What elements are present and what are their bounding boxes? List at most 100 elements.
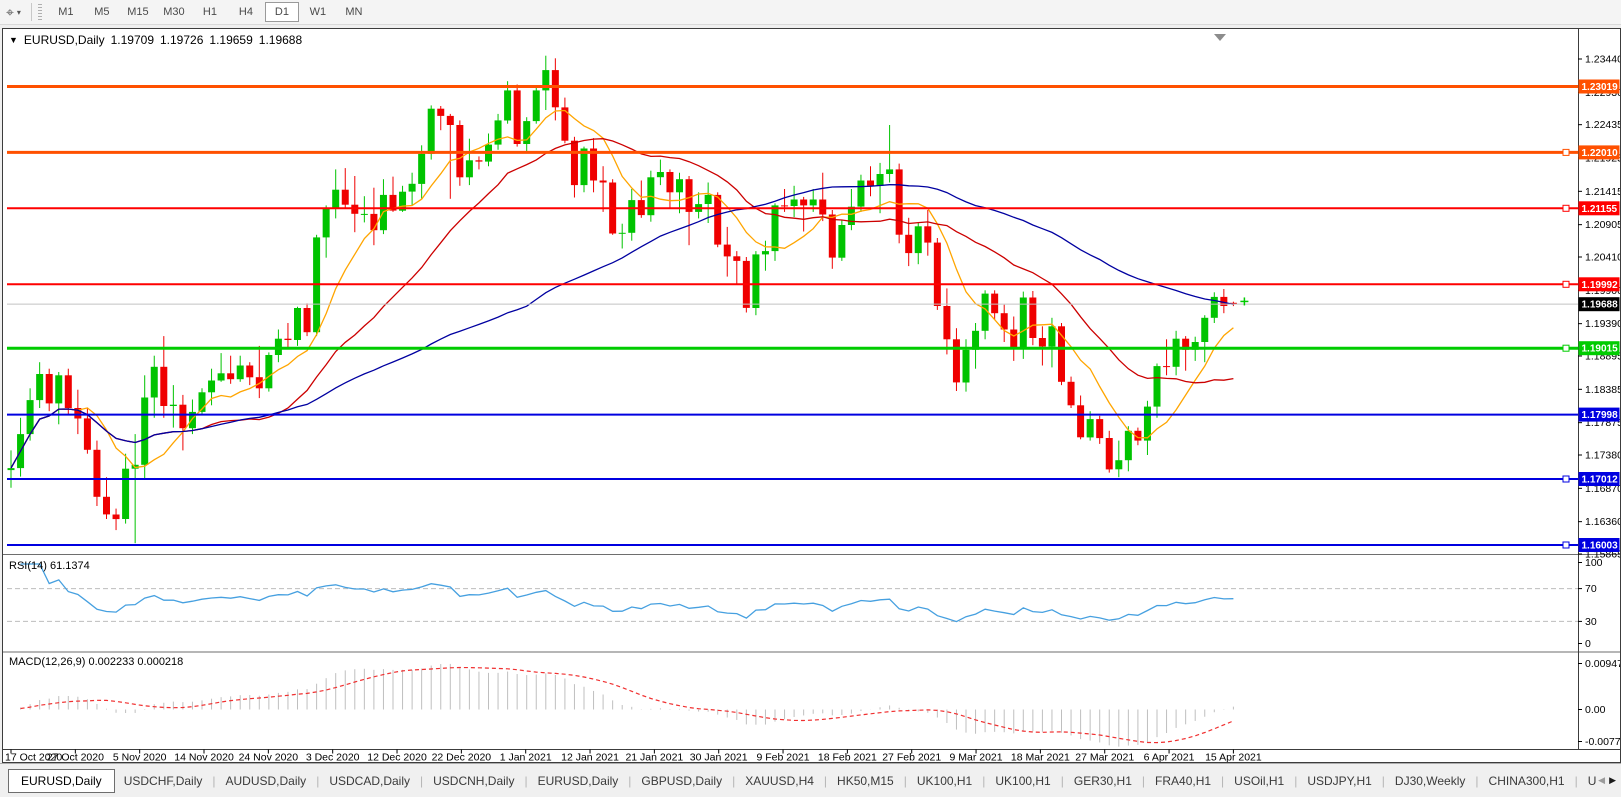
candle-body [361,214,368,215]
tab-usdjpy-h1[interactable]: USDJPY,H1 [1298,771,1380,791]
collapse-triangle-icon[interactable]: ▼ [9,35,18,45]
tab-u[interactable]: U [1579,771,1598,791]
candle-body [141,398,148,465]
candle-body [1106,438,1113,469]
candle-body [905,235,912,253]
y-axis-label: 1.20905 [1585,219,1620,231]
candle-body [705,195,712,204]
tab-uk100-h1[interactable]: UK100,H1 [908,771,981,791]
tab-china300-h1[interactable]: CHINA300,H1 [1480,771,1574,791]
timeframe-button-m15[interactable]: M15 [121,2,155,22]
date-label: 3 Dec 2020 [306,752,360,763]
candle-body [122,469,129,519]
tab-ger30-h1[interactable]: GER30,H1 [1065,771,1141,791]
candle-body [1048,326,1055,346]
date-label: 12 Jan 2021 [561,752,619,763]
timeframe-button-h1[interactable]: H1 [193,2,227,22]
tab-usoil-h1[interactable]: USOil,H1 [1225,771,1293,791]
candle-body [810,200,817,206]
rsi-scale-label: 70 [1585,583,1597,595]
timeframe-button-w1[interactable]: W1 [301,2,335,22]
timeframe-button-m5[interactable]: M5 [85,2,119,22]
hline-badge-label: 1.19992 [1582,280,1619,291]
candle-body [284,339,291,340]
timeframe-button-d1[interactable]: D1 [265,2,299,22]
candle-body [1154,366,1161,407]
candle-body [915,226,922,253]
candle-body [36,374,43,400]
macd-scale-label: 0.009478 [1585,658,1620,670]
candle-body [752,254,759,308]
tab-fra40-h1[interactable]: FRA40,H1 [1146,771,1220,791]
price-badge-label: 1.19688 [1582,300,1619,311]
candle-body [714,195,721,245]
date-label: 27 Mar 2021 [1075,752,1134,763]
candle-body [1201,318,1208,342]
chevron-down-icon[interactable]: ▾ [17,8,21,17]
candle-body [514,90,521,144]
tab-xauusd-h4[interactable]: XAUUSD,H4 [736,771,823,791]
tab-hk50-m15[interactable]: HK50,M15 [828,771,903,791]
price-chart-canvas[interactable]: 1.234401.229301.224351.219251.214151.209… [3,29,1620,762]
hline-handle[interactable] [1563,476,1569,482]
candle-body [724,245,731,257]
tab-eurusd-daily[interactable]: EURUSD,Daily [529,771,628,791]
candle-body [103,497,110,515]
timeframe-button-m1[interactable]: M1 [49,2,83,22]
hline-handle[interactable] [1563,345,1569,351]
hline-handle[interactable] [1563,149,1569,155]
hline-badge-label: 1.19015 [1582,344,1619,355]
timeframe-button-mn[interactable]: MN [337,2,371,22]
timeframe-button-h4[interactable]: H4 [229,2,263,22]
rsi-pane: 10070300 [7,557,1603,650]
candle-body [1087,419,1094,437]
crosshair-icon: ⌖ [6,4,14,21]
tab-usdchf-daily[interactable]: USDCHF,Daily [115,771,212,791]
candle-body [924,226,931,242]
tab-audusd-daily[interactable]: AUDUSD,Daily [217,771,316,791]
candle-body [113,515,120,520]
tab-usdcad-daily[interactable]: USDCAD,Daily [320,771,419,791]
candle-body [829,215,836,258]
candle-body [323,209,330,238]
candle-body [8,468,15,470]
timeframe-button-m30[interactable]: M30 [157,2,191,22]
chart-high-value: 1.19726 [160,33,203,47]
hline-handle[interactable] [1563,281,1569,287]
tab-uk100-h1[interactable]: UK100,H1 [986,771,1059,791]
chart-shift-icon[interactable] [1214,34,1226,41]
tab-dj30-weekly[interactable]: DJ30,Weekly [1386,771,1474,791]
candle-body [657,172,664,177]
date-label: 5 Nov 2020 [113,752,167,763]
tab-scroll-right-icon[interactable]: ▶ [1609,775,1616,786]
tab-scroll-left-icon[interactable]: ◀ [1598,775,1605,786]
hline-handle[interactable] [1563,205,1569,211]
candle-body [151,367,158,398]
date-label: 30 Jan 2021 [690,752,748,763]
date-label: 1 Jan 2021 [500,752,552,763]
tab-gbpusd-daily[interactable]: GBPUSD,Daily [632,771,731,791]
crosshair-tool-button[interactable]: ⌖ ▾ [0,4,27,21]
candle-body [447,116,454,125]
candle-body [208,381,215,393]
y-axis-label: 1.19390 [1585,318,1620,330]
tab-usdcnh-daily[interactable]: USDCNH,Daily [424,771,523,791]
toolbar-grip[interactable] [38,4,42,20]
candle-body [227,373,234,379]
timeframe-buttons: M1M5M15M30H1H4D1W1MN [48,2,372,22]
candle-body [953,339,960,382]
date-label: 15 Apr 2021 [1205,752,1262,763]
rsi-scale-label: 100 [1585,557,1603,569]
candle-body [686,179,693,212]
tab-eurusd-daily[interactable]: EURUSD,Daily [8,769,115,793]
candle-body [304,308,311,332]
rsi-scale-label: 0 [1585,638,1591,650]
candle-body [533,90,540,121]
chart-tabs: EURUSD,DailyUSDCHF,Daily|AUDUSD,Daily|US… [0,769,1598,793]
hline-badge-label: 1.23019 [1582,82,1619,93]
candle-body [857,181,864,207]
candle-body [1068,382,1075,406]
hline-handle[interactable] [1563,542,1569,548]
candle-body [886,169,893,174]
macd-histogram [11,664,1233,747]
